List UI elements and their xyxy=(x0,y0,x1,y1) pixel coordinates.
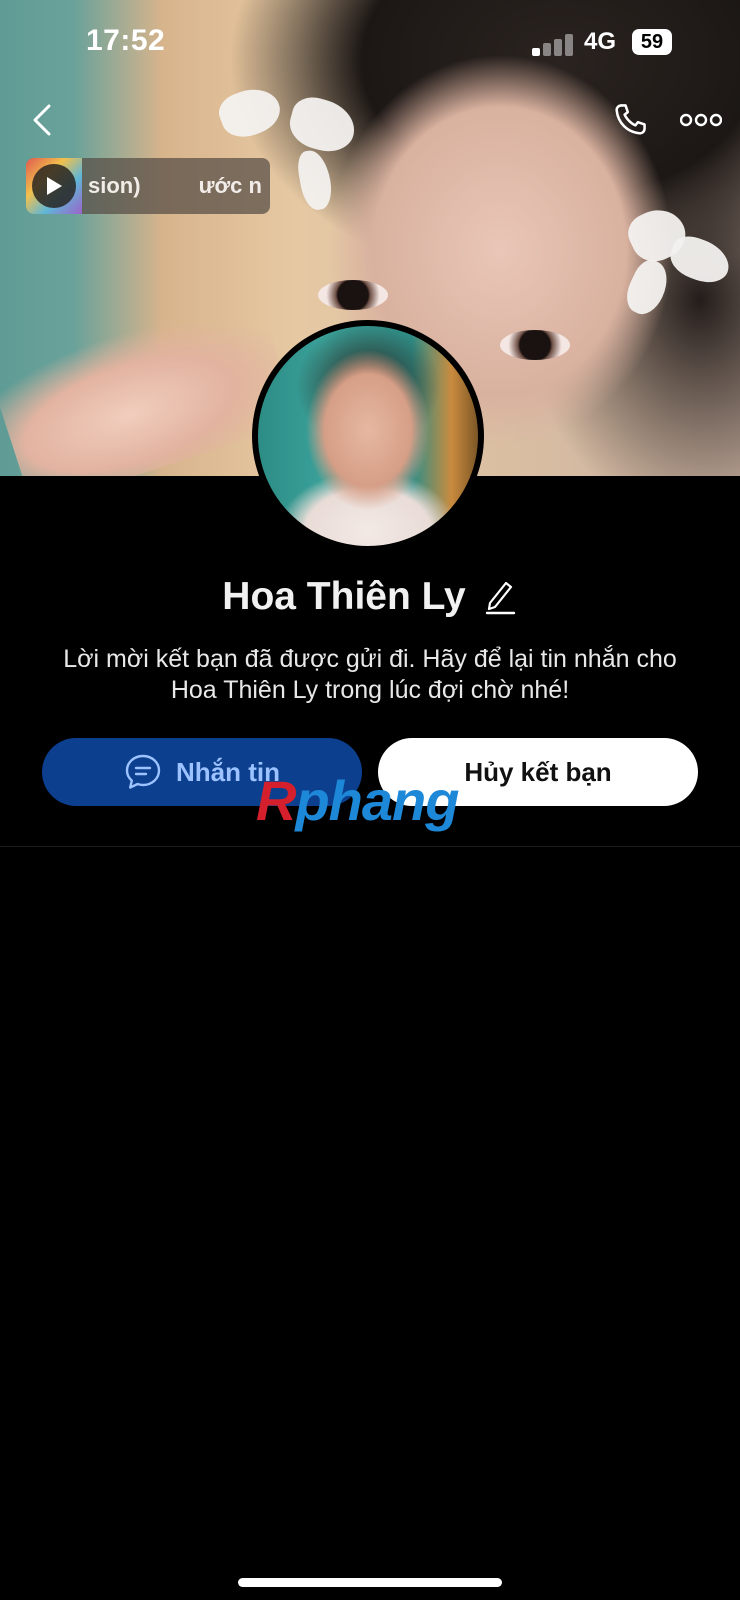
friend-request-message: Lời mời kết bạn đã được gửi đi. Hãy để l… xyxy=(63,645,677,704)
profile-music-player[interactable]: sion) ước n xyxy=(26,158,270,214)
music-title-marquee: sion) ước n xyxy=(88,173,270,199)
section-divider xyxy=(0,846,740,847)
pencil-icon xyxy=(485,581,515,615)
chat-bubble-icon xyxy=(124,753,162,791)
phone-icon xyxy=(615,104,646,135)
chevron-left-icon xyxy=(33,104,51,136)
play-icon xyxy=(47,177,62,195)
call-button[interactable] xyxy=(606,96,654,144)
profile-avatar[interactable] xyxy=(252,320,484,552)
status-time: 17:52 xyxy=(86,24,166,57)
profile-name-row: Hoa Thiên Ly xyxy=(0,562,740,632)
back-button[interactable] xyxy=(22,98,62,142)
edit-name-button[interactable] xyxy=(482,577,518,617)
profile-name: Hoa Thiên Ly xyxy=(222,575,466,618)
cancel-friend-request-button[interactable]: Hủy kết bạn xyxy=(378,738,698,806)
cover-bow-right xyxy=(620,200,740,320)
home-indicator[interactable] xyxy=(238,1578,502,1587)
more-horizontal-icon xyxy=(680,113,722,127)
network-type: 4G xyxy=(584,28,617,55)
cancel-friend-request-label: Hủy kết bạn xyxy=(464,756,612,787)
status-bar: 17:52 4G 59 xyxy=(0,0,740,88)
battery-level: 59 xyxy=(632,29,672,55)
signal-icon xyxy=(532,34,576,56)
avatar-photo xyxy=(258,326,478,546)
music-text-part-1: sion) xyxy=(88,173,141,198)
more-options-button[interactable] xyxy=(676,100,726,140)
play-button[interactable] xyxy=(32,164,76,208)
cover-eye-left xyxy=(318,280,388,310)
cover-eye-right xyxy=(500,330,570,360)
music-text-part-2: ước n xyxy=(198,173,262,198)
music-thumbnail xyxy=(26,158,82,214)
send-message-button[interactable]: Nhắn tin xyxy=(42,738,362,806)
send-message-label: Nhắn tin xyxy=(176,756,280,787)
